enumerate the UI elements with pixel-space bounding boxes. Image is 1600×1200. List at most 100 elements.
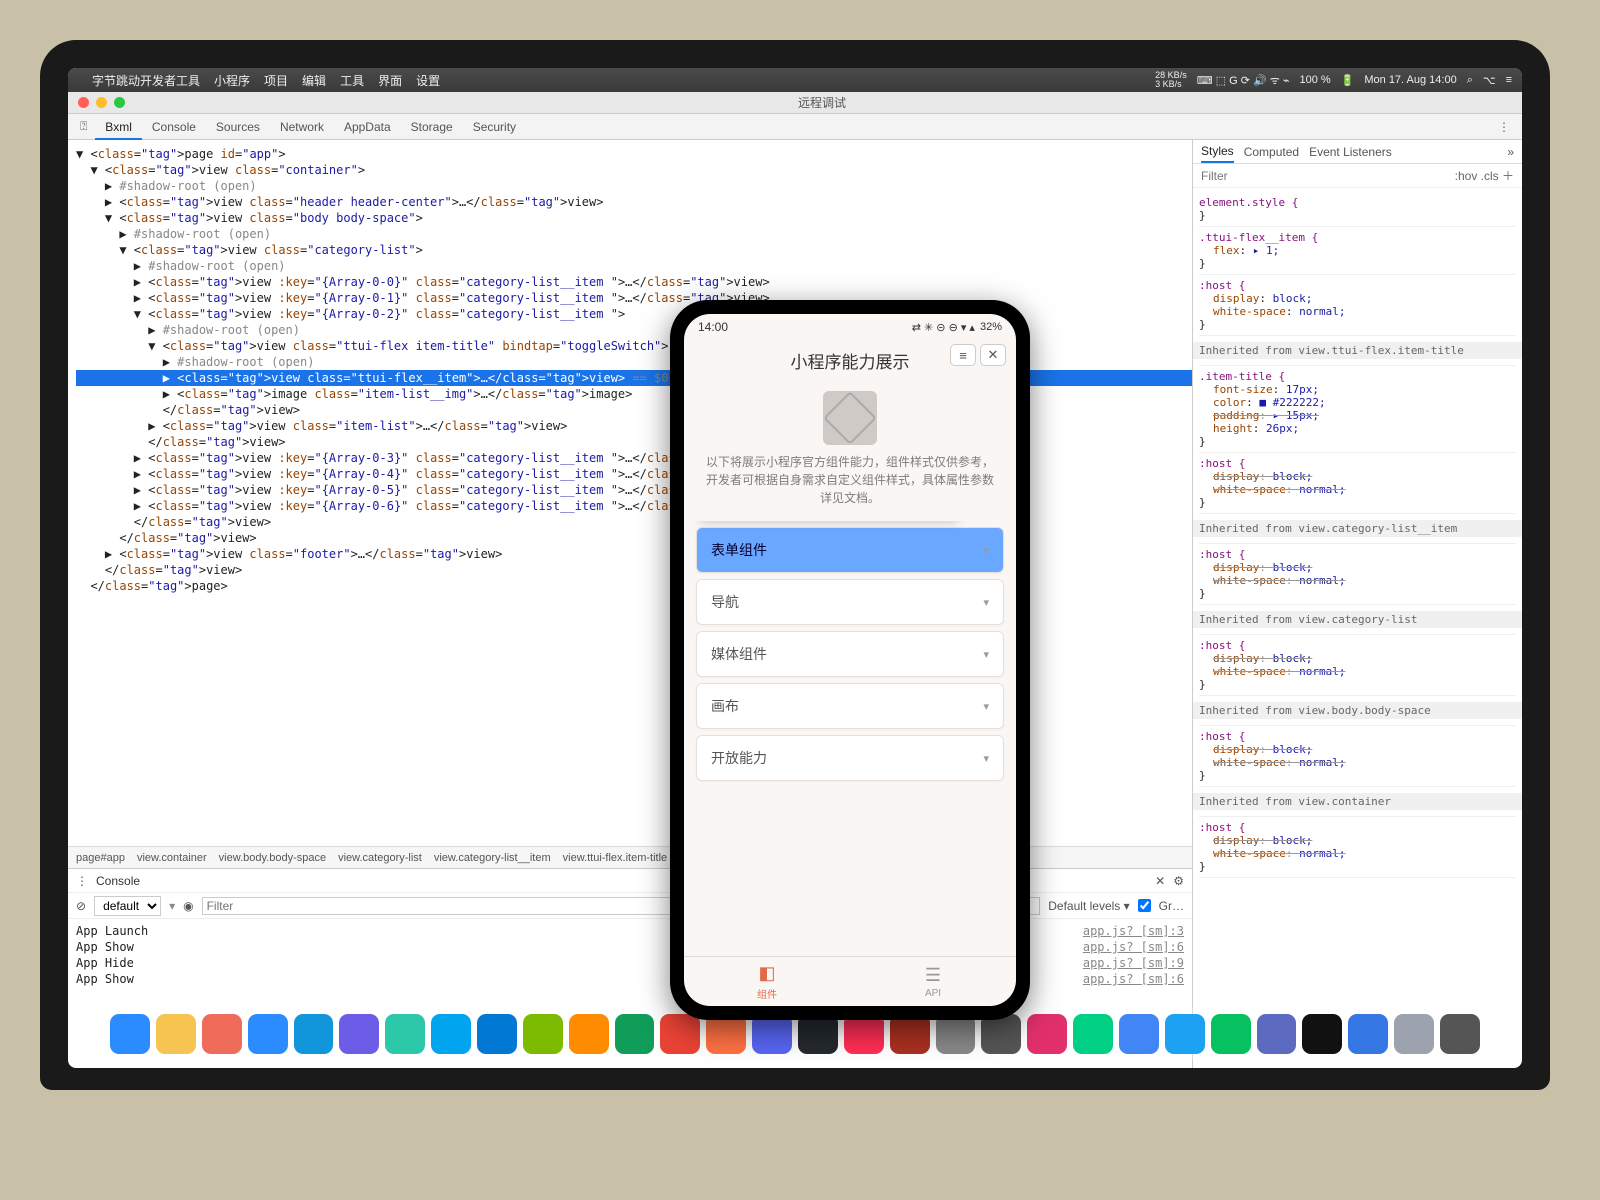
control-center-icon[interactable]: ⌥ [1483,74,1496,87]
css-rule[interactable]: ….item-title {font-size: 17px;color: ■ #… [1199,366,1516,453]
dock-app[interactable] [1165,1014,1205,1054]
clear-icon[interactable]: ⊘ [76,899,86,913]
group-checkbox[interactable] [1138,899,1151,912]
styles-more-icon[interactable]: » [1507,145,1514,159]
tab-sources[interactable]: Sources [206,116,270,138]
crumb[interactable]: view.ttui-flex.item-title [563,852,668,864]
tab-storage[interactable]: Storage [401,116,463,138]
tree-node[interactable]: ▼ <class="tag">page id="app"> [76,146,1192,162]
tree-node[interactable]: ▶ #shadow-root (open) [76,258,1192,274]
crumb[interactable]: page#app [76,852,125,864]
menubar-app[interactable]: 字节跳动开发者工具 [92,72,200,89]
dock-app[interactable] [706,1014,746,1054]
dock-app[interactable] [981,1014,1021,1054]
minimize-icon[interactable] [96,97,107,108]
dock-app[interactable] [1257,1014,1297,1054]
css-rule[interactable]: …:host {display: block;white-space: norm… [1199,817,1516,878]
menu-item[interactable]: 项目 [264,74,288,88]
dock-app[interactable] [660,1014,700,1054]
menu-item[interactable]: 设置 [416,74,440,88]
menu-icon[interactable]: ≡ [950,344,976,366]
dock-app[interactable] [1394,1014,1434,1054]
crumb[interactable]: view.body.body-space [219,852,326,864]
tree-node[interactable]: ▼ <class="tag">view class="body body-spa… [76,210,1192,226]
tree-node[interactable]: ▶ <class="tag">view class="header header… [76,194,1192,210]
styles-tab[interactable]: Computed [1244,142,1299,162]
tree-node[interactable]: ▶ #shadow-root (open) [76,226,1192,242]
dock-app[interactable] [156,1014,196,1054]
list-item[interactable]: 导航 ▾ [696,579,1004,625]
inspect-icon[interactable]: ⍰ [74,117,93,136]
close-icon[interactable]: ✕ [980,344,1006,366]
close-icon[interactable] [78,97,89,108]
styles-filter-input[interactable] [1201,169,1449,183]
dock-app[interactable] [936,1014,976,1054]
dock-app[interactable] [890,1014,930,1054]
crumb[interactable]: view.category-list__item [434,852,551,864]
css-rule[interactable]: element.style {} [1199,192,1516,227]
tree-node[interactable]: ▼ <class="tag">view class="category-list… [76,242,1192,258]
list-item[interactable]: 画布 ▾ [696,683,1004,729]
dock-app[interactable] [569,1014,609,1054]
css-rule[interactable]: …:host {display: block;white-space: norm… [1199,275,1516,336]
dock-app[interactable] [1027,1014,1067,1054]
dock-app[interactable] [477,1014,517,1054]
tree-node[interactable]: ▶ #shadow-root (open) [76,178,1192,194]
tab-console[interactable]: Console [142,116,206,138]
menu-item[interactable]: 小程序 [214,74,250,88]
list-item[interactable]: 开放能力 ▾ [696,735,1004,781]
css-rule[interactable]: …:host {display: block;white-space: norm… [1199,726,1516,787]
tab-appdata[interactable]: AppData [334,116,401,138]
dock-app[interactable] [385,1014,425,1054]
styles-toggles[interactable]: :hov .cls ＋ [1455,167,1514,184]
maximize-icon[interactable] [114,97,125,108]
levels-select[interactable]: Default levels ▾ [1048,899,1129,913]
search-icon[interactable]: ⌕ [1467,74,1473,87]
dock-app[interactable] [110,1014,150,1054]
tab-组件[interactable]: ◧组件 [684,957,850,1006]
dock-app[interactable] [1302,1014,1342,1054]
styles-tab[interactable]: Event Listeners [1309,142,1392,162]
context-select[interactable]: default [94,896,161,916]
dock-app[interactable] [1440,1014,1480,1054]
dock-app[interactable] [523,1014,563,1054]
menu-item[interactable]: 界面 [378,74,402,88]
console-settings-icon[interactable]: ⚙ [1173,874,1184,888]
list-item[interactable]: 媒体组件 ▾ [696,631,1004,677]
crumb[interactable]: view.category-list [338,852,422,864]
tree-node[interactable]: ▼ <class="tag">view class="container"> [76,162,1192,178]
tab-API[interactable]: ☰API [850,957,1016,1006]
console-close-icon[interactable]: ✕ [1155,874,1165,888]
dock-app[interactable] [1348,1014,1388,1054]
css-rule[interactable]: …:host {display: block;white-space: norm… [1199,635,1516,696]
css-rule[interactable]: …:host {display: block;white-space: norm… [1199,544,1516,605]
menu-item[interactable]: 工具 [340,74,364,88]
dock-app[interactable] [294,1014,334,1054]
tab-security[interactable]: Security [463,116,526,138]
tab-network[interactable]: Network [270,116,334,138]
tab-bxml[interactable]: Bxml [95,116,142,140]
crumb[interactable]: view.container [137,852,207,864]
dock-app[interactable] [1073,1014,1113,1054]
dock-app[interactable] [339,1014,379,1054]
list-item[interactable]: tt-view.ttui-flex__item308.09 × 24.36 AC… [696,527,1004,573]
dock-app[interactable] [844,1014,884,1054]
dock-app[interactable] [615,1014,655,1054]
dock-app[interactable] [431,1014,471,1054]
menu-item[interactable]: 编辑 [302,74,326,88]
css-rule[interactable]: …:host {display: block;white-space: norm… [1199,453,1516,514]
tree-node[interactable]: ▶ <class="tag">view :key="{Array-0-1}" c… [76,290,1192,306]
category-list[interactable]: tt-view.ttui-flex__item308.09 × 24.36 AC… [684,521,1016,956]
dock-app[interactable] [752,1014,792,1054]
console-toggle-icon[interactable]: ⋮ [76,874,88,888]
tree-node[interactable]: ▶ <class="tag">view :key="{Array-0-0}" c… [76,274,1192,290]
dock-app[interactable] [202,1014,242,1054]
styles-rules[interactable]: element.style {}….ttui-flex__item {flex:… [1193,188,1522,1068]
dock-app[interactable] [1119,1014,1159,1054]
list-icon[interactable]: ≡ [1506,74,1512,86]
tab-bar[interactable]: ◧组件☰API [684,956,1016,1006]
devtools-more-icon[interactable]: ⋮ [1492,118,1516,136]
dock-app[interactable] [1211,1014,1251,1054]
dock-app[interactable] [248,1014,288,1054]
eye-icon[interactable]: ◉ [183,899,193,913]
